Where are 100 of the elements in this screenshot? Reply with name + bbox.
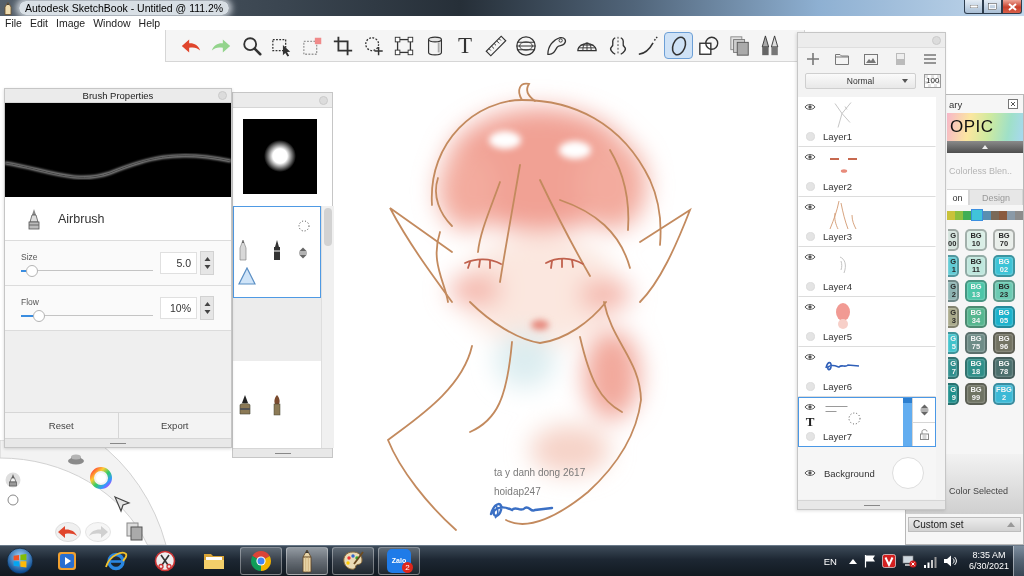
radio-dot-icon[interactable] [805,232,815,241]
eye-icon[interactable] [804,103,816,111]
slider-thumb[interactable] [33,309,45,322]
eye-icon[interactable] [804,203,816,211]
text-layer-mark: T [805,415,815,428]
speaker-icon[interactable] [942,554,957,568]
radio-dot-icon[interactable] [805,282,815,291]
paint-brush-icon[interactable] [272,393,282,416]
color-swatch[interactable] [991,210,999,220]
spinner-button[interactable] [200,251,214,275]
layer-row[interactable]: Layer1 [798,97,936,147]
taskbar-button[interactable] [240,547,282,575]
background-color-swatch[interactable] [892,457,924,489]
color-swatch[interactable] [947,210,955,220]
color-swatch[interactable] [971,209,983,221]
resize-handle[interactable] [233,448,332,457]
panel-button[interactable]: Export [118,413,231,438]
scrollbar-thumb[interactable] [324,208,332,246]
opacity-slider[interactable] [903,398,912,446]
canvas-text: hoidap247 [494,486,541,498]
brush-set[interactable] [233,361,321,448]
radio-dot-icon[interactable] [805,332,815,341]
layer-row[interactable]: T Layer7 [798,397,936,447]
eye-icon[interactable] [804,153,816,161]
radio-dot-icon[interactable] [805,132,815,141]
menu-icon[interactable] [924,54,937,64]
value-field[interactable]: 5.0 [160,252,197,274]
cursor-arrow-icon[interactable] [113,495,131,513]
taskbar-button[interactable] [286,547,328,575]
pencil-icon[interactable] [238,239,248,261]
airbrush-icon[interactable] [5,472,21,488]
ring-icon[interactable] [7,494,19,506]
show-desktop-button[interactable] [1013,545,1024,576]
minimize-button[interactable] [964,0,983,14]
triangle-icon[interactable] [238,267,256,285]
close-icon[interactable] [1008,99,1018,109]
ellipse-button[interactable] [664,32,693,59]
layer-row[interactable]: Layer3 [798,197,936,247]
layer-row[interactable]: Layer5 [798,297,936,347]
resize-handle[interactable] [5,438,231,447]
clock-time[interactable]: 8:35 AM [972,550,1006,561]
menu-item[interactable]: Edit [25,16,52,30]
menu-item[interactable]: File [1,16,26,30]
radio-dot-icon[interactable] [805,382,815,391]
radio-dot-icon[interactable] [805,432,815,441]
menu-item[interactable]: Image [52,16,90,30]
pen-icon[interactable] [272,239,282,261]
eye-icon[interactable] [804,469,816,477]
color-swatch[interactable] [1015,210,1023,220]
menu-item[interactable]: Window [89,16,135,30]
scissors-icon [152,549,177,573]
folder-icon[interactable] [835,53,850,65]
tab[interactable]: on [947,189,969,205]
color-swatch[interactable] [963,210,971,220]
layer-row[interactable]: Layer2 [798,147,936,197]
value-field[interactable]: 10% [160,297,197,319]
resize-handle[interactable] [798,500,945,509]
eye-icon[interactable] [804,353,816,361]
up-down-arrows-icon[interactable] [919,403,929,416]
ink-brush-icon[interactable] [238,393,252,416]
radio-dot-icon[interactable] [805,182,815,191]
up-down-arrows-icon[interactable] [298,247,308,259]
color-swatch[interactable] [1007,210,1015,220]
eye-icon[interactable] [804,303,816,311]
plus-icon[interactable] [806,53,819,65]
slider-thumb[interactable] [25,264,38,277]
taskbar-button[interactable] [332,547,374,575]
eye-icon[interactable] [804,253,816,261]
close-button[interactable] [1002,0,1022,14]
panel-button[interactable]: Reset [5,413,119,438]
language-indicator[interactable]: EN [823,555,837,567]
dotted-circle-icon[interactable] [298,220,310,232]
scrollbar-track[interactable] [321,206,334,448]
color-swatch[interactable] [999,210,1007,220]
status-text: Color Selected [949,486,1009,496]
maximize-button[interactable] [983,0,1002,14]
color-wheel-icon[interactable] [90,467,112,489]
clock-date[interactable]: 6/30/2021 [968,561,1009,572]
signal-bars-icon[interactable] [922,554,937,568]
opacity-field[interactable]: 100 [924,74,942,88]
layer-name: Background [824,467,876,479]
caret-up-icon[interactable] [848,558,857,564]
menu-item[interactable]: Help [134,16,165,30]
flag-icon[interactable] [862,554,876,568]
eye-icon[interactable] [804,403,816,411]
spinner-button[interactable] [200,296,214,320]
color-swatch[interactable] [955,210,963,220]
monitor-x-icon[interactable] [901,554,917,568]
v-mark-icon[interactable] [881,554,896,568]
layer-row[interactable]: Layer6 [798,347,936,397]
stacked-pages-icon[interactable] [126,522,144,542]
color-swatch[interactable] [983,210,991,220]
text-tool-button[interactable]: T [450,32,480,59]
up-down-triangles-icon [203,256,211,270]
set-dropdown[interactable]: Custom set [908,517,1021,532]
image-icon[interactable] [864,53,879,65]
layer-row[interactable]: Layer4 [798,247,936,297]
window-title: Autodesk SketchBook - Untitled @ 111.2% [19,1,230,15]
padlock-icon[interactable] [919,428,929,441]
blend-mode-dropdown[interactable]: Normal [805,73,916,89]
